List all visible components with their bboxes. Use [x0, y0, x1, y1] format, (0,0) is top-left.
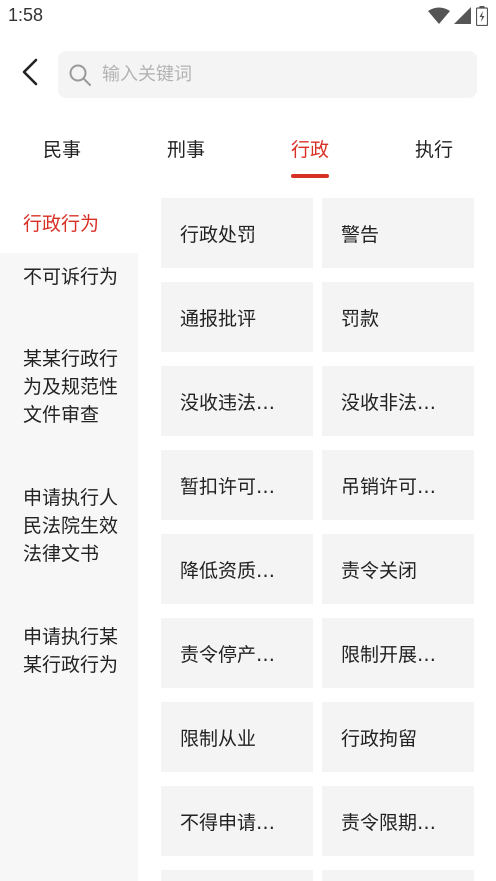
- left-nav-item[interactable]: 不可诉行为: [0, 263, 138, 291]
- status-time: 1:58: [8, 5, 44, 25]
- grid-item[interactable]: 责令限期…: [322, 786, 474, 856]
- grid-item-label: 行政拘留: [341, 727, 418, 750]
- status-icons: [428, 6, 489, 30]
- grid-item[interactable]: 暂扣许可…: [161, 450, 313, 520]
- grid-item-label: 罚款: [341, 307, 380, 330]
- grid-item[interactable]: 没收违法…: [161, 366, 313, 436]
- grid-item[interactable]: 通报批评: [161, 282, 313, 352]
- left-nav-item[interactable]: 申请执行人民法院生效法律文书: [0, 484, 138, 568]
- grid-item-label: 警告: [341, 223, 380, 246]
- grid-item-label: 没收非法…: [341, 391, 437, 414]
- tab-administrative[interactable]: 行政: [270, 118, 350, 178]
- grid-item[interactable]: 责令停产…: [161, 618, 313, 688]
- grid-item-label: 责令关闭: [341, 559, 418, 582]
- grid-item-label: 暂扣许可…: [180, 475, 276, 498]
- tab-criminal[interactable]: 刑事: [146, 118, 226, 178]
- grid-item-label: 不得申请…: [180, 811, 276, 834]
- left-nav-item[interactable]: 某某行政行为及规范性文件审查: [0, 345, 138, 429]
- grid-item-partial[interactable]: [161, 870, 313, 881]
- search-icon: [68, 63, 92, 87]
- tab-enforcement[interactable]: 执行: [394, 118, 474, 178]
- grid-item[interactable]: 限制从业: [161, 702, 313, 772]
- grid-item-label: 限制从业: [180, 727, 257, 750]
- grid-item-label: 责令限期…: [341, 811, 437, 834]
- back-button[interactable]: [14, 56, 46, 92]
- grid-item[interactable]: 行政拘留: [322, 702, 474, 772]
- grid-item-partial[interactable]: [322, 870, 474, 881]
- header: [0, 44, 496, 104]
- chevron-left-icon: [21, 58, 39, 90]
- grid-item[interactable]: 限制开展…: [322, 618, 474, 688]
- grid-item-label: 责令停产…: [180, 643, 276, 666]
- grid-item[interactable]: 责令关闭: [322, 534, 474, 604]
- signal-icon: [454, 7, 472, 29]
- grid-item[interactable]: 警告: [322, 198, 474, 268]
- grid-item[interactable]: 罚款: [322, 282, 474, 352]
- grid-item[interactable]: 行政处罚: [161, 198, 313, 268]
- grid-item[interactable]: 没收非法…: [322, 366, 474, 436]
- category-tabs: 民事 刑事 行政 执行: [0, 118, 496, 182]
- active-tab-indicator: [291, 174, 329, 178]
- battery-icon: [475, 6, 489, 30]
- left-nav-item[interactable]: 行政行为: [0, 197, 138, 253]
- grid-item[interactable]: 降低资质…: [161, 534, 313, 604]
- left-nav-item[interactable]: 申请执行某某行政行为: [0, 623, 138, 679]
- left-nav: 行政行为 不可诉行为 某某行政行为及规范性文件审查 申请执行人民法院生效法律文书…: [0, 197, 138, 881]
- grid-item-label: 通报批评: [180, 307, 257, 330]
- grid-item-label: 没收违法…: [180, 391, 276, 414]
- grid-item-label: 降低资质…: [180, 559, 276, 582]
- grid-item-label: 行政处罚: [180, 223, 257, 246]
- tab-civil[interactable]: 民事: [22, 118, 102, 178]
- grid-item[interactable]: 吊销许可…: [322, 450, 474, 520]
- status-bar: 1:58: [0, 0, 496, 34]
- grid-item[interactable]: 不得申请…: [161, 786, 313, 856]
- wifi-icon: [428, 7, 450, 29]
- search-box[interactable]: [58, 51, 477, 98]
- grid-item-label: 限制开展…: [341, 643, 437, 666]
- search-input[interactable]: [102, 64, 402, 85]
- grid-item-label: 吊销许可…: [341, 475, 437, 498]
